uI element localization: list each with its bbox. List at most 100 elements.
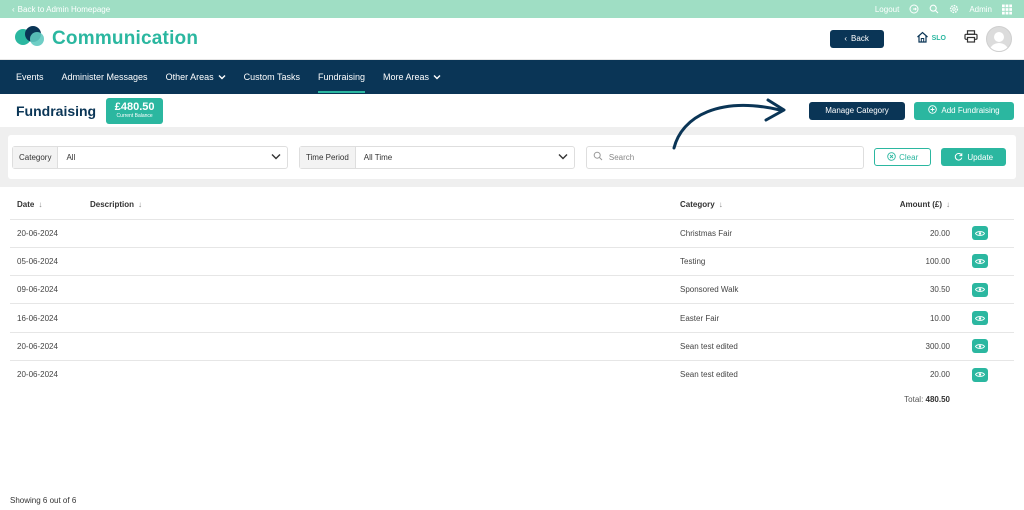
cell-category: Easter Fair xyxy=(680,303,850,333)
communication-logo-icon xyxy=(14,25,46,52)
home-icon xyxy=(916,30,929,48)
back-button-label: Back xyxy=(851,34,869,43)
cell-amount: 100.00 xyxy=(850,246,950,276)
column-header-amount[interactable]: Amount (£) ↓ xyxy=(850,187,950,219)
nav-item-more-areas[interactable]: More Areas xyxy=(383,60,441,94)
view-button[interactable] xyxy=(972,339,988,354)
cell-amount: 10.00 xyxy=(850,303,950,333)
table-row: 20-06-2024 Sean test edited 300.00 xyxy=(10,331,1014,361)
eye-icon xyxy=(975,259,985,264)
brand[interactable]: Communication xyxy=(14,25,198,52)
column-header-date[interactable]: Date ↓ xyxy=(10,187,90,219)
balance-amount: £480.50 xyxy=(114,101,155,113)
view-button[interactable] xyxy=(972,311,988,326)
close-circle-icon xyxy=(887,151,896,163)
cell-category: Sean test edited xyxy=(680,331,850,361)
clear-button[interactable]: Clear xyxy=(873,148,932,166)
nav-item-label: Events xyxy=(16,72,44,82)
home-slo-link[interactable]: SLO xyxy=(916,30,946,48)
page-title: Fundraising xyxy=(16,102,97,119)
logout-link[interactable]: Logout xyxy=(875,5,899,14)
logout-icon[interactable] xyxy=(909,4,919,14)
time-period-select[interactable]: Time Period All Time xyxy=(298,145,575,169)
cell-date: 20-06-2024 xyxy=(10,359,90,389)
update-button[interactable]: Update xyxy=(941,148,1006,166)
annotation-arrow-icon xyxy=(672,98,786,150)
refresh-icon xyxy=(954,152,963,163)
table-row: 20-06-2024 Sean test edited 20.00 xyxy=(10,359,1014,389)
table-row: 09-06-2024 Sponsored Walk 30.50 xyxy=(10,275,1014,304)
gear-icon[interactable] xyxy=(949,4,959,14)
table-row: 20-06-2024 Christmas Fair 20.00 xyxy=(10,218,1014,248)
cell-amount: 20.00 xyxy=(850,218,950,248)
back-to-admin-label: Back to Admin Homepage xyxy=(17,4,111,14)
sort-arrow-icon: ↓ xyxy=(138,200,143,210)
chevron-down-icon xyxy=(558,153,568,162)
view-button[interactable] xyxy=(972,226,988,241)
manage-category-button[interactable]: Manage Category xyxy=(809,101,905,120)
category-select[interactable]: Category All xyxy=(12,145,288,169)
print-button[interactable] xyxy=(964,29,978,48)
nav-item-custom-tasks[interactable]: Custom Tasks xyxy=(244,60,300,94)
column-header-label: Category xyxy=(680,200,715,210)
nav-item-label: Fundraising xyxy=(317,72,365,82)
back-to-admin-link[interactable]: ‹ Back to Admin Homepage xyxy=(12,5,110,14)
view-button[interactable] xyxy=(972,254,988,269)
nav-item-other-areas[interactable]: Other Areas xyxy=(166,60,226,94)
fundraising-table: Date ↓ Description ↓ Category ↓ Amount (£) ↓… xyxy=(10,187,1014,411)
nav-item-events[interactable]: Events xyxy=(16,60,44,94)
cell-description xyxy=(90,218,680,248)
admin-label[interactable]: Admin xyxy=(969,5,992,14)
page-header: Fundraising £480.50 Current Balance Mana… xyxy=(0,94,1024,127)
top-bar: ‹ Back to Admin Homepage Logout Admin xyxy=(0,0,1024,18)
nav-item-label: Other Areas xyxy=(165,72,214,82)
cell-date: 20-06-2024 xyxy=(10,218,90,248)
cell-amount: 20.00 xyxy=(850,359,950,389)
column-header-label: Date xyxy=(17,200,35,210)
back-button[interactable]: ‹ Back xyxy=(829,29,884,48)
nav-item-label: More Areas xyxy=(382,72,430,82)
apps-grid-icon[interactable] xyxy=(1002,4,1012,14)
chevron-down-icon xyxy=(271,153,281,162)
cell-description xyxy=(90,331,680,361)
eye-icon xyxy=(975,287,985,293)
cell-date: 09-06-2024 xyxy=(10,275,90,304)
sort-arrow-icon: ↓ xyxy=(38,200,43,210)
avatar[interactable] xyxy=(986,25,1012,52)
total-label: Total: xyxy=(904,395,924,405)
filter-panel: Category All Time Period All Time Search… xyxy=(0,127,1024,187)
chevron-down-icon xyxy=(433,72,441,82)
category-value: All xyxy=(66,152,76,162)
cell-amount: 30.50 xyxy=(850,275,950,304)
view-button[interactable] xyxy=(972,282,988,297)
total-row: Total: 480.50 xyxy=(10,389,1014,411)
cell-category: Testing xyxy=(680,246,850,276)
nav-item-administer-messages[interactable]: Administer Messages xyxy=(62,60,148,94)
chevron-down-icon xyxy=(218,72,226,82)
cell-category: Christmas Fair xyxy=(680,218,850,248)
column-header-category[interactable]: Category ↓ xyxy=(680,187,850,219)
cell-description xyxy=(90,246,680,276)
slo-label: SLO xyxy=(931,35,946,42)
column-header-label: Amount (£) xyxy=(899,200,942,210)
column-header-description[interactable]: Description ↓ xyxy=(90,187,680,219)
cell-category: Sean test edited xyxy=(680,359,850,389)
printer-icon xyxy=(964,29,978,48)
cell-date: 16-06-2024 xyxy=(10,303,90,333)
time-period-value: All Time xyxy=(363,152,393,162)
cell-description xyxy=(90,275,680,304)
add-fundraising-button[interactable]: Add Fundraising xyxy=(914,101,1014,120)
cell-category: Sponsored Walk xyxy=(680,275,850,304)
eye-icon xyxy=(975,372,985,378)
eye-icon xyxy=(975,230,985,236)
cell-date: 05-06-2024 xyxy=(10,246,90,276)
search-icon[interactable] xyxy=(929,4,939,14)
chevron-left-icon: ‹ xyxy=(12,4,15,14)
total-value: 480.50 xyxy=(925,395,950,405)
sort-arrow-icon: ↓ xyxy=(946,200,950,210)
nav-item-fundraising[interactable]: Fundraising xyxy=(317,60,366,94)
view-button[interactable] xyxy=(972,367,988,382)
eye-icon xyxy=(975,315,985,321)
app-title: Communication xyxy=(52,27,199,49)
table-row: 05-06-2024 Testing 100.00 xyxy=(10,246,1014,276)
